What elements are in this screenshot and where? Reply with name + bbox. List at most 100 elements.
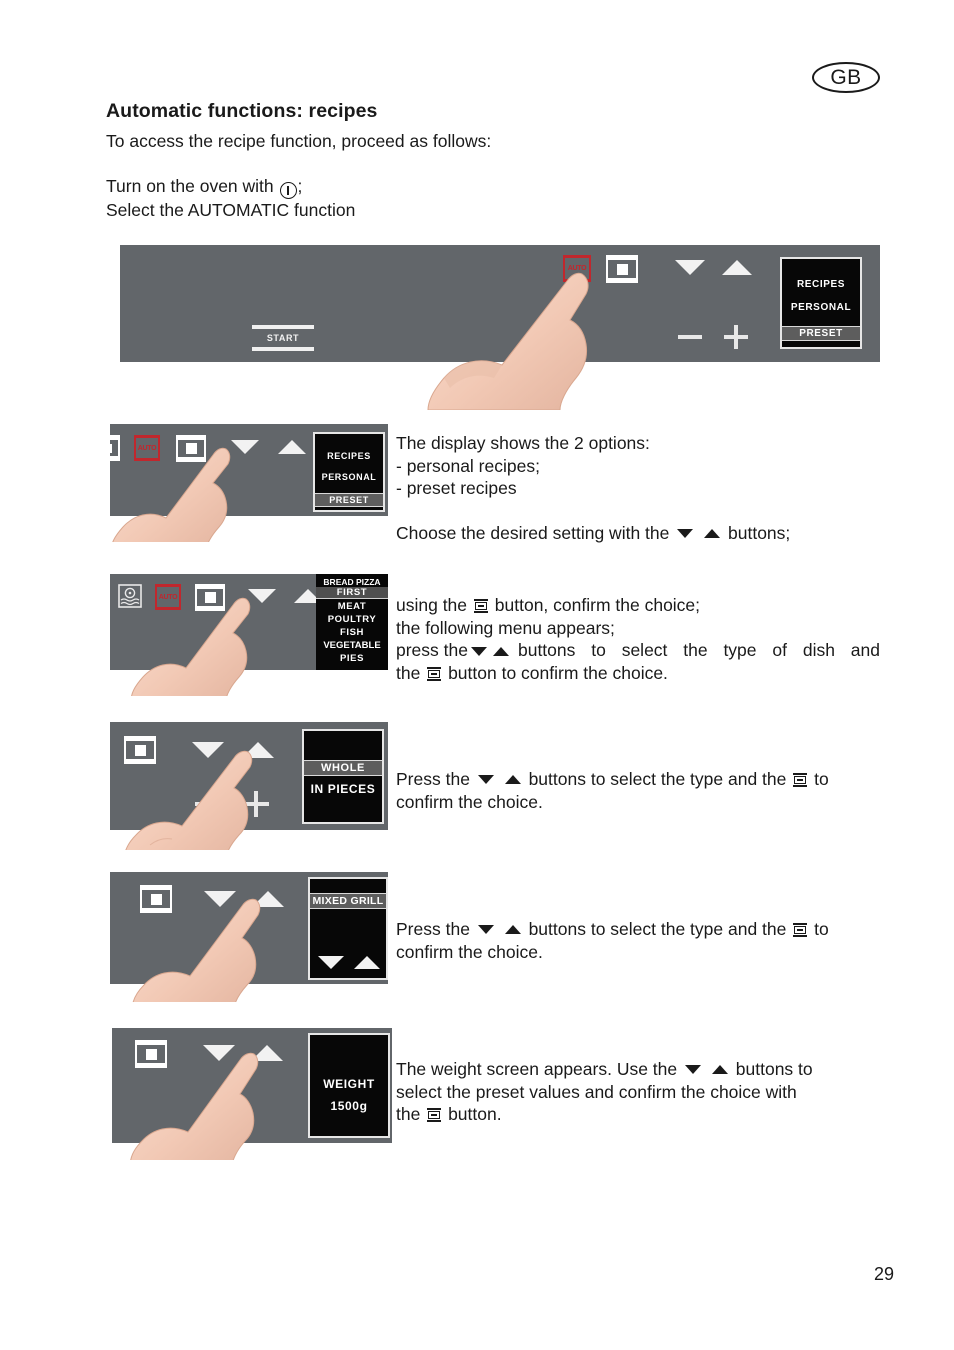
lcd-row: RECIPES <box>327 451 371 461</box>
step3-line1-b: button, confirm the choice; <box>494 595 701 615</box>
step5-line1-a: Press the <box>396 919 470 939</box>
turn-on-instructions: Turn on the oven with ; Select the AUTOM… <box>106 175 355 221</box>
lcd-row: PRESET <box>782 326 860 341</box>
confirm-icon <box>473 599 488 613</box>
up-arrow-icon <box>504 775 521 784</box>
step4-text: Press the buttons to select the type and… <box>396 768 880 813</box>
pointing-hand <box>110 446 232 542</box>
step6-line2: select the preset values and confirm the… <box>396 1081 797 1102</box>
lcd-row: MIXED GRILL <box>310 893 386 909</box>
plus-key-vertical[interactable] <box>734 325 738 349</box>
step3-line3-b: buttons to select the type of dish and <box>517 640 880 660</box>
lcd-row: RECIPES <box>796 279 846 290</box>
oven-panel-step3: AUTO BREAD PIZZA FIRST MEAT POULTRY FISH… <box>110 574 388 696</box>
step5-line1: Press the buttons to select the type and… <box>396 918 880 941</box>
down-arrow-icon <box>470 647 487 656</box>
lcd-blank-top <box>310 879 386 893</box>
lcd-row: FISH <box>339 627 365 638</box>
step6-line1-a: The weight screen appears. Use the <box>396 1059 678 1079</box>
confirm-icon <box>793 773 808 787</box>
minus-key[interactable] <box>678 335 702 339</box>
oven-panel-step6: WEIGHT 1500g <box>112 1028 392 1160</box>
confirm-icon <box>793 923 808 937</box>
down-arrow-key[interactable] <box>248 589 276 603</box>
confirm-key-box <box>606 258 638 280</box>
confirm-icon <box>427 666 442 681</box>
up-arrow-key[interactable] <box>722 260 752 275</box>
lcd-row: PRESET <box>315 493 383 507</box>
lcd-row <box>782 341 860 347</box>
step5-line2: confirm the choice. <box>396 941 543 962</box>
oven-panel-step1: START AUTO RECIPES PERSONAL PRESET <box>120 245 880 410</box>
step2-text: The display shows the 2 options: - perso… <box>396 432 886 544</box>
step3-line3-a: press the <box>396 640 468 660</box>
lcd-row: PIES <box>339 653 365 664</box>
turn-on-line: Turn on the oven with ; <box>106 175 355 199</box>
step4-line1: Press the buttons to select the type and… <box>396 768 880 791</box>
lcd-display-step4: WHOLE IN PIECES <box>302 729 384 824</box>
lcd-row: BREAD PIZZA <box>323 577 381 587</box>
step2-bullet1: - personal recipes; <box>396 455 540 476</box>
select-auto-line: Select the AUTOMATIC function <box>106 200 356 220</box>
oven-panel-step4-clip: WHOLE IN PIECES <box>110 722 388 850</box>
step4-line1-a: Press the <box>396 769 470 789</box>
step5-text: Press the buttons to select the type and… <box>396 918 880 963</box>
lcd-display-step5: MIXED GRILL <box>308 877 388 980</box>
step2-line2-a: Choose the desired setting with the <box>396 522 670 543</box>
confirm-key[interactable] <box>606 255 638 283</box>
up-arrow-icon <box>504 925 521 934</box>
step6-line1-b: buttons to <box>735 1059 813 1079</box>
up-arrow-icon <box>492 647 509 656</box>
oven-panel-step5-clip: MIXED GRILL <box>110 872 388 1002</box>
pointing-hand <box>116 750 256 850</box>
down-arrow-key[interactable] <box>231 440 259 454</box>
down-arrow-key[interactable] <box>675 260 705 275</box>
step3-line4-b: button to confirm the choice. <box>448 662 668 683</box>
step3-line1: using the button, confirm the choice; <box>396 594 880 617</box>
lcd-down-arrow-icon <box>318 956 344 969</box>
lcd-display-step3: BREAD PIZZA FIRST MEAT POULTRY FISH VEGE… <box>316 574 388 670</box>
step3-line2: the following menu appears; <box>396 617 615 638</box>
lcd-up-arrow-icon <box>354 956 380 969</box>
page-title: Automatic functions: recipes <box>106 100 378 122</box>
intro-paragraph: To access the recipe function, proceed a… <box>106 131 492 151</box>
confirm-icon <box>427 1108 442 1122</box>
step5-line1-c: to <box>814 919 829 939</box>
up-arrow-icon <box>704 528 721 538</box>
locale-badge: GB <box>812 62 880 93</box>
step4-line1-b: buttons to select the type and the <box>528 769 787 789</box>
step4-line2: confirm the choice. <box>396 791 543 812</box>
start-key-label: START <box>266 333 300 343</box>
step3-text: using the button, confirm the choice; th… <box>396 594 880 684</box>
oven-panel-step2: AUTO RECIPES PERSONAL PRESET <box>110 424 388 542</box>
step2-line2-b: buttons; <box>728 522 791 543</box>
lcd-row: PERSONAL <box>790 302 852 313</box>
lcd-weight-title: WEIGHT <box>323 1077 375 1091</box>
locale-badge-label: GB <box>830 65 862 89</box>
step6-line3-a: the <box>396 1104 421 1124</box>
lcd-row: VEGETABLE <box>323 640 381 651</box>
step3-line3: press the buttons to select the type of … <box>396 639 880 662</box>
step4-line1-c: to <box>814 769 829 789</box>
lcd-row: PERSONAL <box>321 472 377 482</box>
step3-line4-a: the <box>396 662 421 683</box>
step6-line3-b: button. <box>448 1104 502 1124</box>
pointing-hand <box>122 596 252 696</box>
step3-line1-a: using the <box>396 595 468 615</box>
lcd-scroll-arrows <box>318 956 380 969</box>
lcd-row: WHOLE <box>304 760 382 776</box>
lcd-weight-value: 1500g <box>330 1099 368 1113</box>
pointing-hand <box>410 270 590 410</box>
pointing-hand <box>122 1052 262 1160</box>
page-number: 29 <box>874 1264 895 1284</box>
start-key[interactable]: START <box>252 325 314 351</box>
turn-on-suffix: ; <box>297 176 303 196</box>
lcd-display-step2: RECIPES PERSONAL PRESET <box>313 432 385 512</box>
lcd-row: MEAT <box>337 601 367 612</box>
oven-panel-step2-clip: AUTO RECIPES PERSONAL PRESET <box>110 424 388 542</box>
step6-text: The weight screen appears. Use the butto… <box>396 1058 880 1126</box>
oven-panel-step4: WHOLE IN PIECES <box>110 722 388 850</box>
pointing-hand <box>124 898 264 1002</box>
up-arrow-key[interactable] <box>278 440 306 454</box>
